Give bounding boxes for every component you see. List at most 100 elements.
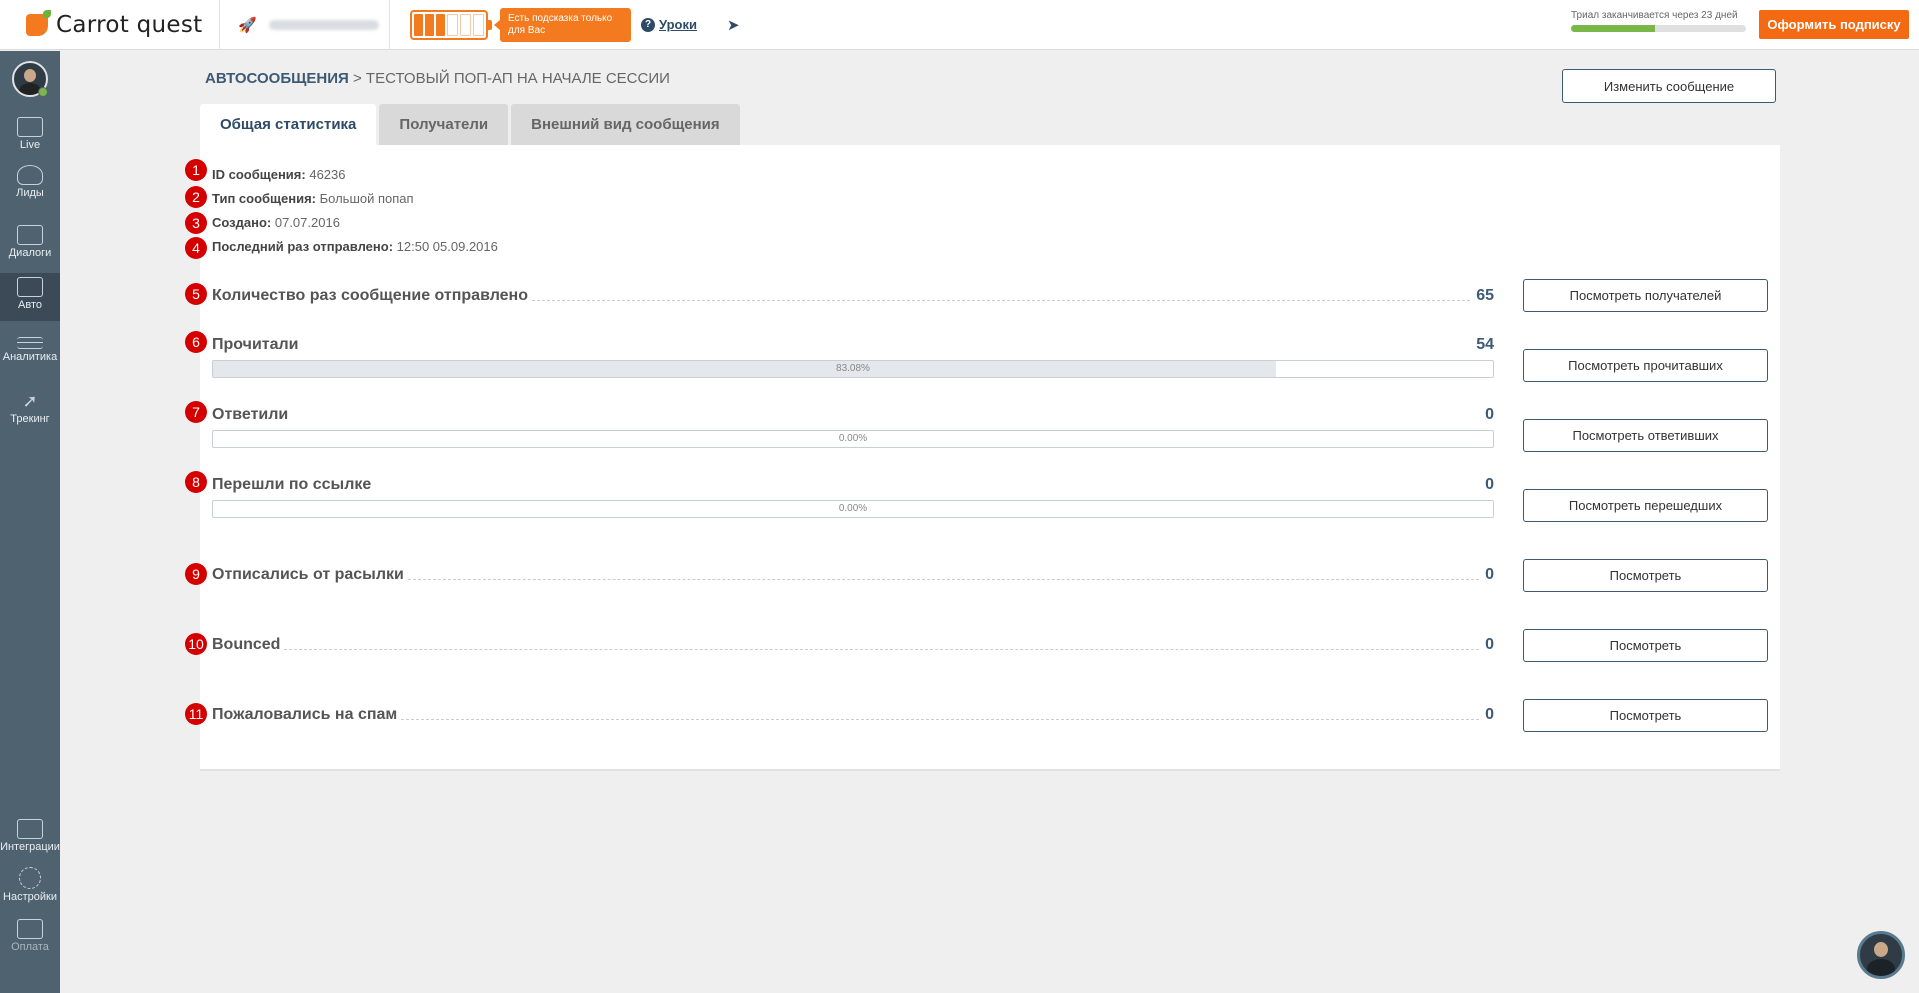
progress-bar: 0.00% bbox=[212, 430, 1494, 448]
sidebar-item-label: Лиды bbox=[16, 187, 44, 199]
battery-cell bbox=[414, 13, 423, 36]
stat-value: 0 bbox=[1485, 406, 1494, 423]
sidebar-item-dialogs[interactable]: Диалоги bbox=[0, 225, 60, 269]
sidebar-item-leads[interactable]: Лиды bbox=[0, 165, 60, 209]
dotted-leader bbox=[284, 649, 1480, 650]
onboarding-battery[interactable] bbox=[410, 9, 492, 40]
sidebar-item-live[interactable]: Live bbox=[0, 117, 60, 161]
info-value: 12:50 05.09.2016 bbox=[396, 239, 498, 254]
stat-value: 0 bbox=[1485, 476, 1494, 493]
sidebar-item-label: Авто bbox=[18, 299, 42, 311]
carrot-logo-icon bbox=[26, 9, 51, 36]
stat-label: Перешли по ссылке bbox=[212, 476, 372, 493]
sidebar: Live Лиды Диалоги Авто Аналитика ➚ Треки… bbox=[0, 51, 60, 993]
dotted-leader bbox=[532, 300, 1471, 301]
stat-value: 0 bbox=[1485, 636, 1494, 653]
stat-label: Bounced bbox=[212, 636, 281, 653]
view-unsubscribed-button[interactable]: Посмотреть bbox=[1523, 559, 1768, 592]
stat-value: 0 bbox=[1485, 566, 1494, 583]
stat-row-sent: Количество раз сообщение отправлено 65 bbox=[212, 283, 1494, 305]
info-label: ID сообщения: bbox=[212, 167, 306, 182]
sidebar-item-analytics[interactable]: Аналитика bbox=[0, 333, 60, 377]
trial-progress-bar bbox=[1571, 25, 1746, 32]
tab-general-stats[interactable]: Общая статистика bbox=[200, 104, 377, 145]
puzzle-icon bbox=[17, 819, 43, 839]
number-badge: 4 bbox=[185, 237, 207, 259]
paper-plane-icon[interactable]: ➤ bbox=[727, 16, 740, 34]
info-value: 46236 bbox=[309, 167, 346, 182]
number-badge: 3 bbox=[185, 212, 207, 234]
progress-percent: 0.00% bbox=[838, 433, 868, 444]
info-label: Создано: bbox=[212, 215, 272, 230]
sidebar-item-settings[interactable]: Настройки bbox=[0, 867, 60, 911]
trial-progress-fill bbox=[1571, 25, 1655, 32]
project-name-blurred bbox=[268, 19, 379, 30]
breadcrumb: АВТОСООБЩЕНИЯ > ТЕСТОВЫЙ ПОП-АП НА НАЧАЛ… bbox=[205, 70, 670, 87]
logo[interactable]: Carrot quest bbox=[0, 0, 220, 50]
battery-cell bbox=[436, 13, 445, 36]
project-selector[interactable]: 🚀 bbox=[220, 0, 390, 50]
info-value: 07.07.2016 bbox=[274, 215, 340, 230]
view-readers-button[interactable]: Посмотреть прочитавших bbox=[1523, 349, 1768, 382]
stat-label: Пожаловались на спам bbox=[212, 706, 398, 723]
breadcrumb-parent-link[interactable]: АВТОСООБЩЕНИЯ bbox=[205, 70, 349, 87]
tab-recipients[interactable]: Получатели bbox=[379, 104, 509, 145]
sidebar-item-billing[interactable]: Оплата bbox=[0, 919, 60, 963]
sidebar-item-label: Live bbox=[19, 139, 41, 151]
sidebar-item-integrations[interactable]: Интеграции bbox=[0, 819, 60, 863]
stat-label: Ответили bbox=[212, 406, 289, 423]
stat-row-replied: Ответили 0 0.00% bbox=[212, 402, 1494, 448]
pulse-icon bbox=[17, 117, 43, 137]
sidebar-item-auto[interactable]: Авто bbox=[0, 273, 60, 321]
card-icon bbox=[17, 919, 43, 939]
dotted-leader bbox=[401, 719, 1480, 720]
sidebar-item-label: Оплата bbox=[11, 941, 49, 953]
stat-label: Прочитали bbox=[212, 336, 299, 353]
number-badge: 6 bbox=[185, 331, 207, 353]
online-status-dot bbox=[38, 87, 48, 97]
sidebar-item-label: Интеграции bbox=[0, 841, 60, 853]
lessons-label: Уроки bbox=[659, 17, 697, 32]
progress-percent: 0.00% bbox=[838, 503, 868, 514]
view-bounced-button[interactable]: Посмотреть bbox=[1523, 629, 1768, 662]
tab-message-appearance[interactable]: Внешний вид сообщения bbox=[511, 104, 740, 145]
gear-icon bbox=[19, 867, 41, 889]
view-repliers-button[interactable]: Посмотреть ответивших bbox=[1523, 419, 1768, 452]
lessons-link[interactable]: ? Уроки bbox=[641, 17, 697, 32]
sidebar-item-label: Аналитика bbox=[2, 351, 58, 363]
chat-widget-button[interactable] bbox=[1857, 931, 1905, 979]
number-badge: 1 bbox=[185, 159, 207, 181]
auto-message-icon bbox=[17, 277, 43, 297]
hint-tooltip[interactable]: Есть подсказка только для Вас bbox=[494, 7, 631, 42]
sidebar-item-label: Диалоги bbox=[8, 247, 52, 259]
stat-row-read: Прочитали 54 83.08% bbox=[212, 332, 1494, 378]
progress-percent: 83.08% bbox=[836, 363, 870, 374]
trial-text: Триал заканчивается через 23 дней bbox=[1571, 10, 1738, 21]
analytics-icon bbox=[17, 337, 43, 349]
tab-bar: Общая статистика Получатели Внешний вид … bbox=[200, 104, 740, 145]
sidebar-item-label: Трекинг bbox=[10, 413, 50, 425]
number-badge: 2 bbox=[185, 186, 207, 208]
cursor-icon: ➚ bbox=[22, 391, 38, 411]
progress-bar: 83.08% bbox=[212, 360, 1494, 378]
created-line: Создано: 07.07.2016 bbox=[212, 215, 340, 230]
sidebar-item-tracking[interactable]: ➚ Трекинг bbox=[0, 391, 60, 435]
battery-cell bbox=[473, 13, 484, 36]
info-label: Тип сообщения: bbox=[212, 191, 316, 206]
view-spam-button[interactable]: Посмотреть bbox=[1523, 699, 1768, 732]
battery-cell bbox=[447, 13, 458, 36]
stat-label: Отписались от расылки bbox=[212, 566, 404, 583]
view-recipients-button[interactable]: Посмотреть получателей bbox=[1523, 279, 1768, 312]
stat-row-spam: Пожаловались на спам 0 bbox=[212, 702, 1494, 724]
edit-message-button[interactable]: Изменить сообщение bbox=[1562, 69, 1776, 103]
number-badge: 5 bbox=[185, 283, 207, 305]
view-clickers-button[interactable]: Посмотреть перешедших bbox=[1523, 489, 1768, 522]
subscribe-button[interactable]: Оформить подписку bbox=[1759, 10, 1909, 39]
rocket-icon: 🚀 bbox=[238, 16, 257, 34]
users-icon bbox=[17, 165, 43, 185]
stat-value: 54 bbox=[1476, 336, 1494, 353]
stat-row-clicked: Перешли по ссылке 0 0.00% bbox=[212, 472, 1494, 518]
message-id-line: ID сообщения: 46236 bbox=[212, 167, 346, 182]
battery-cell bbox=[425, 13, 434, 36]
trial-indicator: Триал заканчивается через 23 дней bbox=[1571, 10, 1746, 32]
